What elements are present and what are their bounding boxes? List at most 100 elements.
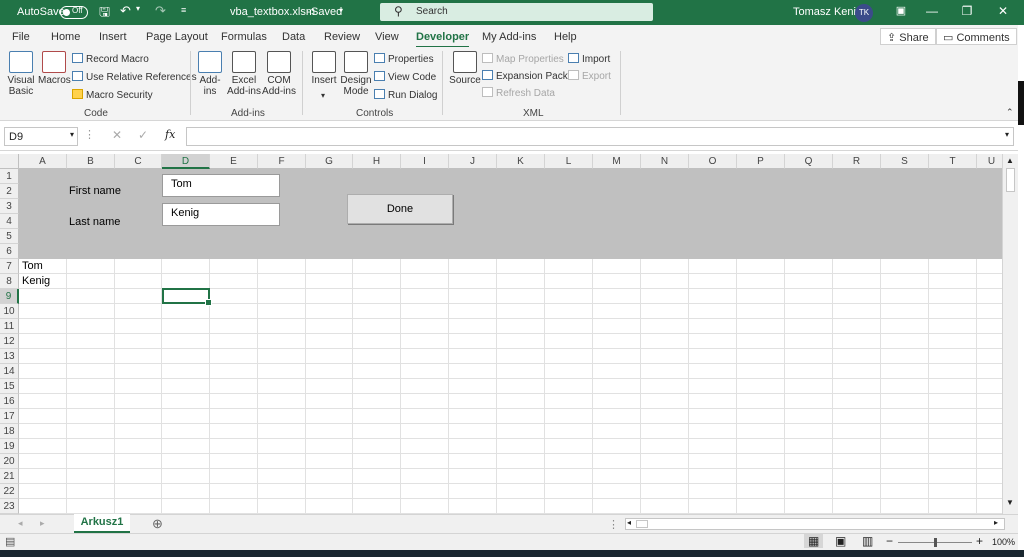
minimize-icon[interactable]: — [922, 4, 942, 20]
row-header-9[interactable]: 9 [0, 289, 19, 304]
cell-a8[interactable]: Kenig [22, 275, 50, 287]
tab-view[interactable]: View [375, 31, 399, 43]
scroll-right-icon[interactable]: ▸ [994, 518, 998, 527]
use-relative-references-button[interactable]: Use Relative References [72, 71, 197, 83]
row-header-11[interactable]: 11 [0, 319, 19, 334]
tab-data[interactable]: Data [282, 31, 305, 43]
column-header-c[interactable]: C [115, 154, 162, 169]
column-header-n[interactable]: N [641, 154, 689, 169]
first-name-textbox[interactable]: Tom [162, 174, 280, 197]
com-add-ins-button[interactable]: COM Add-ins [262, 51, 296, 97]
column-header-h[interactable]: H [353, 154, 401, 169]
save-icon[interactable]: 🖫 [99, 3, 110, 25]
design-mode-button[interactable]: Design Mode [340, 51, 372, 97]
row-header-12[interactable]: 12 [0, 334, 19, 349]
last-name-textbox[interactable]: Kenig [162, 203, 280, 226]
row-header-4[interactable]: 4 [0, 214, 19, 229]
insert-function-icon[interactable]: fx [165, 128, 175, 141]
page-break-view-icon[interactable]: ▥ [862, 534, 873, 548]
row-header-20[interactable]: 20 [0, 454, 19, 469]
export-button[interactable]: Export [568, 70, 611, 82]
scroll-down-icon[interactable]: ▼ [1006, 498, 1014, 507]
row-header-2[interactable]: 2 [0, 184, 19, 199]
column-header-e[interactable]: E [210, 154, 258, 169]
view-code-button[interactable]: View Code [374, 71, 436, 83]
cancel-icon[interactable]: ✕ [112, 128, 122, 142]
column-header-b[interactable]: B [67, 154, 115, 169]
excel-add-ins-button[interactable]: Excel Add-ins [227, 51, 261, 97]
column-header-d[interactable]: D [162, 154, 210, 169]
collapse-ribbon-icon[interactable]: ⌃ [1006, 107, 1014, 118]
vertical-scroll-thumb[interactable] [1006, 168, 1015, 192]
row-header-14[interactable]: 14 [0, 364, 19, 379]
insert-dropdown-icon[interactable]: ▾ [321, 91, 325, 100]
column-header-o[interactable]: O [689, 154, 737, 169]
saved-dropdown-icon[interactable]: ▾ [339, 6, 343, 15]
row-header-13[interactable]: 13 [0, 349, 19, 364]
tab-my-add-ins[interactable]: My Add-ins [482, 31, 536, 43]
spreadsheet-grid[interactable]: ABCDEFGHIJKLMNOPQRSTU 1 2 3 4 5 6 7 8 9 10 11 12 13 1… [0, 154, 1002, 514]
tab-help[interactable]: Help [554, 31, 577, 43]
share-button[interactable]: ⇪ Share [880, 28, 936, 45]
visual-basic-button[interactable]: Visual Basic [6, 51, 36, 97]
row-header-15[interactable]: 15 [0, 379, 19, 394]
row-header-22[interactable]: 22 [0, 484, 19, 499]
column-header-i[interactable]: I [401, 154, 449, 169]
page-layout-view-icon[interactable]: ▣ [835, 534, 846, 548]
column-header-s[interactable]: S [881, 154, 929, 169]
new-sheet-icon[interactable]: ⊕ [152, 516, 163, 532]
customize-toolbar-icon[interactable]: ≡ [181, 5, 186, 15]
name-box[interactable]: D9 [4, 127, 78, 146]
avatar[interactable]: TK [855, 4, 873, 22]
horizontal-scrollbar[interactable]: ◂ [625, 518, 1005, 530]
tab-formulas[interactable]: Formulas [221, 31, 267, 43]
import-button[interactable]: Import [568, 53, 610, 65]
expand-formula-icon[interactable]: ▾ [1005, 130, 1009, 139]
add-ins-button[interactable]: Add-ins [196, 51, 224, 97]
horizontal-scroll-thumb[interactable] [636, 520, 648, 528]
previous-sheet-icon[interactable]: ◂ [18, 518, 23, 529]
sheet-tab-arkusz1[interactable]: Arkusz1 [74, 514, 130, 533]
column-header-k[interactable]: K [497, 154, 545, 169]
cell-a7[interactable]: Tom [22, 260, 43, 272]
column-header-a[interactable]: A [19, 154, 67, 169]
column-header-u[interactable]: U [977, 154, 1002, 169]
splitter-dots[interactable]: ⋮ [608, 518, 619, 531]
expansion-packs-button[interactable]: Expansion Packs [482, 70, 573, 82]
row-header-17[interactable]: 17 [0, 409, 19, 424]
record-macro-button[interactable]: Record Macro [72, 53, 149, 65]
macros-button[interactable]: Macros [38, 51, 71, 86]
tab-page-layout[interactable]: Page Layout [146, 31, 208, 43]
redo-icon[interactable]: ↷ [155, 3, 166, 19]
column-header-r[interactable]: R [833, 154, 881, 169]
column-header-j[interactable]: J [449, 154, 497, 169]
column-header-l[interactable]: L [545, 154, 593, 169]
formula-input[interactable] [186, 127, 1014, 146]
user-name[interactable]: Tomasz Kenig [793, 6, 862, 18]
column-header-m[interactable]: M [593, 154, 641, 169]
row-header-8[interactable]: 8 [0, 274, 19, 289]
refresh-data-button[interactable]: Refresh Data [482, 87, 555, 99]
run-dialog-button[interactable]: Run Dialog [374, 89, 437, 101]
tab-insert[interactable]: Insert [99, 31, 127, 43]
close-icon[interactable]: ✕ [993, 4, 1013, 20]
scroll-left-icon[interactable]: ◂ [627, 518, 631, 527]
macro-record-icon[interactable]: ▤ [5, 535, 15, 548]
tab-home[interactable]: Home [51, 31, 80, 43]
row-header-16[interactable]: 16 [0, 394, 19, 409]
row-header-1[interactable]: 1 [0, 169, 19, 184]
column-header-p[interactable]: P [737, 154, 785, 169]
vertical-scrollbar[interactable]: ▲ ▼ [1002, 154, 1018, 514]
restore-icon[interactable]: ❐ [957, 4, 977, 20]
row-header-7[interactable]: 7 [0, 259, 19, 274]
insert-control-button[interactable]: Insert [309, 51, 339, 86]
row-header-19[interactable]: 19 [0, 439, 19, 454]
next-sheet-icon[interactable]: ▸ [40, 518, 45, 529]
tab-review[interactable]: Review [324, 31, 360, 43]
undo-dropdown-icon[interactable]: ▾ [136, 4, 140, 13]
enter-icon[interactable]: ✓ [138, 128, 148, 142]
tab-developer[interactable]: Developer [416, 31, 470, 48]
row-header-18[interactable]: 18 [0, 424, 19, 439]
zoom-out-icon[interactable]: − [886, 534, 893, 548]
normal-view-icon[interactable]: ▦ [804, 534, 824, 548]
